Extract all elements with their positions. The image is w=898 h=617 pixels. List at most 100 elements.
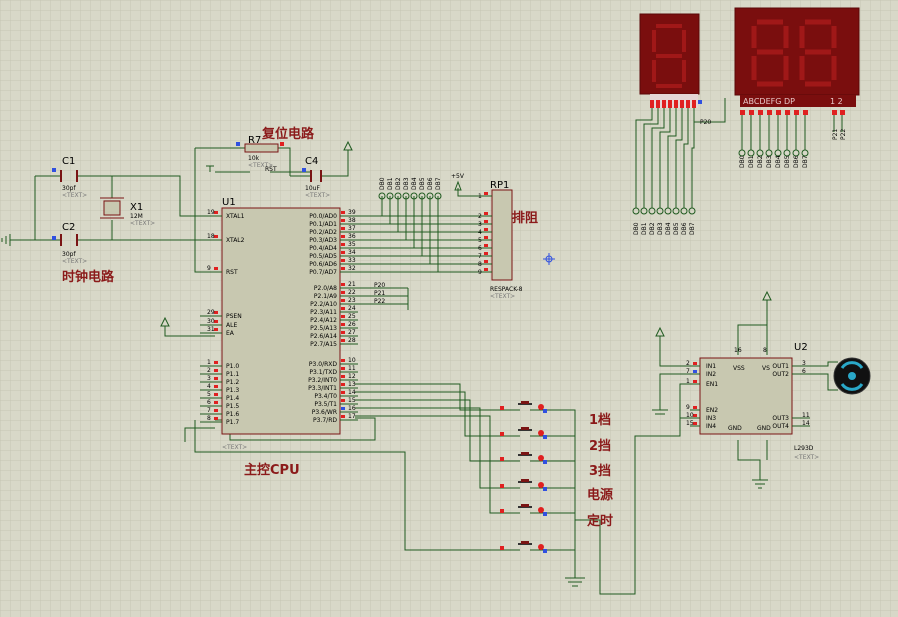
db-label: DB3 (657, 222, 664, 235)
mcu-u1[interactable]: U1 <TEXT> 19XTAL118XTAL29RST29PSEN30ALE3… (200, 197, 358, 451)
u1-pin-name: RST (226, 269, 238, 276)
rp1-pin-number: 5 (478, 237, 482, 244)
u1-pin-marker (341, 383, 345, 386)
dc-motor-icon[interactable] (833, 357, 871, 395)
u2-ref: U2 (794, 342, 808, 353)
u1-pin-marker (341, 391, 345, 394)
rp1-pin-number: 6 (478, 245, 482, 252)
db-label: DB7 (802, 155, 809, 168)
u1-pin-number: 30 (207, 318, 215, 325)
schematic-canvas[interactable]: C1 30pf <TEXT> C2 30pf <TEXT> X1 12M <TE… (0, 0, 898, 617)
u1-pin-number: 9 (207, 265, 211, 272)
c1-value: 30pf (62, 185, 76, 192)
u2-pin-name: EN2 (706, 407, 718, 414)
u1-pin-number: 8 (207, 415, 211, 422)
net-p21: P21 (374, 290, 385, 297)
u2-pin-name: VSS (733, 365, 745, 372)
seven-segment-display-1[interactable] (639, 13, 702, 108)
u1-pin-name: PSEN (226, 313, 242, 320)
u1-pin-number: 31 (207, 326, 215, 333)
u1-pin-number: 3 (207, 375, 211, 382)
u1-pin-name: P2.6/A14 (310, 333, 337, 340)
db-label: DB6 (793, 155, 800, 168)
u1-pin-marker (341, 331, 345, 334)
u1-pin-name: P3.2/INT0 (308, 377, 337, 384)
db-label: DB0 (379, 177, 386, 190)
c4-ref: C4 (305, 156, 318, 167)
u1-pin-marker (341, 235, 345, 238)
net-p22-seg: P22 (840, 129, 847, 140)
u1-pin-name: P1.2 (226, 379, 239, 386)
u1-pin-number: 1 (207, 359, 211, 366)
u1-pin-name: ALE (226, 322, 237, 329)
u1-pin-marker (341, 283, 345, 286)
u1-pin-number: 24 (348, 305, 356, 312)
button-label-5: 定时 (586, 513, 613, 529)
u1-pin-number: 2 (207, 367, 211, 374)
seven-segment-display-2[interactable]: ABCDEFG DP 1 2 (734, 7, 860, 115)
cpu-title: 主控CPU (244, 462, 300, 478)
u1-pin-name: P2.5/A13 (310, 325, 337, 332)
u1-pin-name: P1.3 (226, 387, 239, 394)
u1-pin-marker (341, 267, 345, 270)
db-label: DB4 (665, 222, 672, 235)
u1-pin-marker (214, 393, 218, 396)
db-label: DB1 (748, 155, 755, 168)
u1-pin-marker (341, 407, 345, 410)
u1-pin-number: 15 (348, 397, 356, 404)
u2-text: <TEXT> (794, 454, 819, 461)
u2-value: L293D (794, 445, 814, 452)
u1-pin-marker (341, 251, 345, 254)
u1-pin-number: 17 (348, 413, 356, 420)
u1-pin-number: 26 (348, 321, 356, 328)
button-label-2: 2挡 (589, 438, 611, 454)
seg1-pins (650, 100, 702, 108)
u1-pin-number: 21 (348, 281, 356, 288)
u1-pin-number: 23 (348, 297, 356, 304)
u1-pin-marker (214, 401, 218, 404)
u1-pin-marker (341, 211, 345, 214)
u2-pin-number: 11 (802, 412, 810, 419)
net-p22: P22 (374, 298, 385, 305)
u1-pin-marker (341, 227, 345, 230)
u1-pin-marker (341, 219, 345, 222)
u2-pin-number: 7 (686, 368, 690, 375)
seg2-seg-labels: ABCDEFG DP (743, 97, 795, 106)
u1-pin-marker (214, 267, 218, 270)
net-p21-seg: P21 (832, 129, 839, 140)
db-label: DB5 (784, 155, 791, 168)
u1-pin-name: XTAL2 (226, 237, 245, 244)
db-label: DB1 (641, 222, 648, 235)
c2-ref: C2 (62, 222, 75, 233)
u2-pin-number: 6 (802, 368, 806, 375)
u1-pin-number: 22 (348, 289, 356, 296)
u2-pin-name: GND (728, 425, 742, 432)
u1-pin-name: P0.5/AD5 (309, 253, 337, 260)
u1-pin-number: 13 (348, 381, 356, 388)
rp1-value: RESPACK-8 (490, 286, 523, 293)
u2-pin-number: 8 (763, 347, 767, 354)
seg2-digit-labels: 1 2 (830, 97, 843, 106)
u1-pin-name: P3.4/T0 (314, 393, 337, 400)
u1-pin-name: P3.7/RD (313, 417, 337, 424)
u1-pin-marker (341, 339, 345, 342)
u2-pin-name: IN4 (706, 423, 716, 430)
u1-pin-number: 10 (348, 357, 356, 364)
button-label-1: 1档 (589, 412, 611, 428)
u1-pin-name: P2.2/A10 (310, 301, 337, 308)
u2-pin-name: IN2 (706, 371, 716, 378)
u1-pin-marker (341, 259, 345, 262)
db-label: DB3 (403, 177, 410, 190)
rp1-pin-number: 1 (478, 193, 482, 200)
x1-ref: X1 (130, 202, 143, 213)
rp1-pin-marker (484, 212, 488, 215)
u1-pin-name: P0.6/AD6 (309, 261, 337, 268)
u1-pin-number: 38 (348, 217, 356, 224)
u1-pin-marker (214, 417, 218, 420)
u1-pin-marker (214, 361, 218, 364)
button-label-4: 电源 (587, 487, 613, 503)
db-label: DB4 (411, 177, 418, 190)
u1-pin-marker (341, 299, 345, 302)
u1-pin-name: P2.4/A12 (310, 317, 337, 324)
u1-pin-number: 4 (207, 383, 211, 390)
